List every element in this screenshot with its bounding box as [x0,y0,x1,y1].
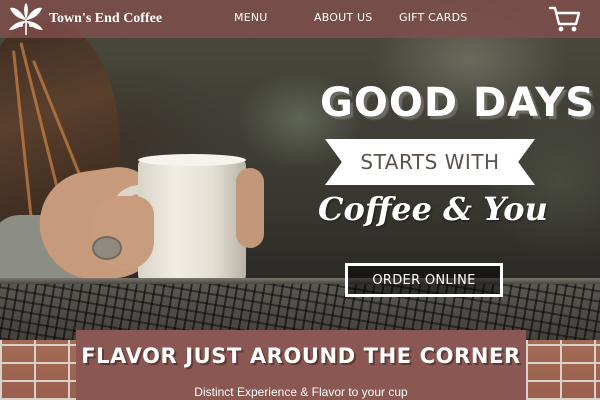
hero-photo-mug-rim [138,154,246,166]
brick-wall-left [0,340,76,400]
hero-ribbon-text: STARTS WITH [360,150,500,174]
banner-subtitle: Distinct Experience & Flavor to your cup [194,385,408,399]
nav-link-menu[interactable]: MENU [234,11,268,24]
banner-title: FLAVOR JUST AROUND THE CORNER [81,344,521,368]
nav-link-about-us[interactable]: ABOUT US [314,11,372,24]
hero-ribbon: STARTS WITH [325,139,535,185]
flavor-banner: FLAVOR JUST AROUND THE CORNER Distinct E… [76,330,526,400]
shopping-cart-icon [548,6,581,32]
cart-button[interactable] [548,4,582,34]
hero-photo-right-hand [236,168,264,248]
hero-photo-ring [92,236,122,260]
hero-headline: GOOD DAYS [320,80,596,126]
nav-link-gift-cards[interactable]: GIFT CARDS [399,11,467,24]
brand-name: Town's End Coffee [49,11,163,26]
page: Town's End Coffee MENU ABOUT US GIFT CAR… [0,0,600,400]
brand-logo[interactable]: Town's End Coffee [6,3,162,35]
coffee-plant-icon [9,3,43,35]
hero-photo-mug [138,158,246,290]
hero-photo-table-edge [0,278,600,284]
top-nav-bar: Town's End Coffee MENU ABOUT US GIFT CAR… [0,0,600,38]
hero-script-line: Coffee & You [318,190,548,228]
order-online-button[interactable]: ORDER ONLINE [345,263,503,297]
brick-wall-right [526,340,600,400]
